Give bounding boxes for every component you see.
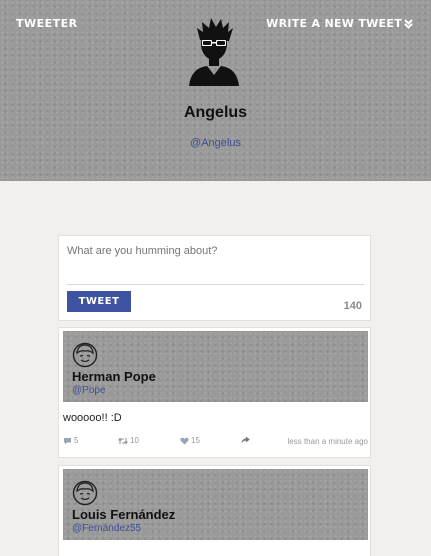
profile-header: TWEETER WRITE A NEW TWEET Angelus @Angel… [0, 0, 431, 181]
share-arrow-icon [241, 436, 250, 444]
compose-divider [67, 284, 364, 285]
reply-count: 5 [74, 436, 79, 445]
like-count: 15 [191, 436, 200, 445]
tweet-input[interactable] [67, 245, 363, 285]
tweet-author-handle[interactable]: @Fernández55 [72, 523, 141, 534]
brand-logo[interactable]: TWEETER [16, 17, 78, 30]
compose-box: TWEET 140 [58, 235, 371, 321]
tweet-actions: 5 10 15 less than a minute ago [63, 436, 368, 448]
tweet-card-header: Herman Pope @Pope [63, 331, 368, 402]
sunglasses-person-icon [189, 18, 239, 86]
tweet-author-handle[interactable]: @Pope [72, 385, 106, 396]
profile-name: Angelus [183, 104, 248, 121]
tweet-author-name[interactable]: Louis Fernández [72, 507, 175, 522]
profile-handle[interactable]: @Angelus [0, 137, 431, 149]
tweet-text: wooooo!! :D [63, 412, 122, 424]
retweet-icon [118, 437, 128, 444]
speech-bubble-icon [64, 437, 71, 444]
tweet-card: Louis Fernández @Fernández55 [58, 465, 371, 556]
like-action[interactable]: 15 [180, 436, 200, 445]
share-action[interactable] [241, 436, 250, 444]
tweet-card: Herman Pope @Pope wooooo!! :D 5 10 15 le… [58, 327, 371, 458]
retweet-count: 10 [130, 436, 139, 445]
reply-action[interactable]: 5 [63, 436, 78, 445]
write-new-tweet-label: WRITE A NEW TWEET [266, 17, 402, 30]
tweet-author-name[interactable]: Herman Pope [72, 369, 156, 384]
tweet-button[interactable]: TWEET [67, 291, 131, 312]
double-chevron-down-icon [404, 18, 413, 29]
tweet-card-header: Louis Fernández @Fernández55 [63, 469, 368, 540]
user-avatar-icon[interactable] [72, 480, 98, 506]
heart-icon [180, 437, 189, 444]
tweet-timestamp: less than a minute ago [287, 437, 369, 446]
user-avatar-icon[interactable] [72, 342, 98, 368]
write-new-tweet-link[interactable]: WRITE A NEW TWEET [266, 17, 413, 30]
character-count: 140 [343, 300, 362, 312]
retweet-action[interactable]: 10 [118, 436, 139, 445]
